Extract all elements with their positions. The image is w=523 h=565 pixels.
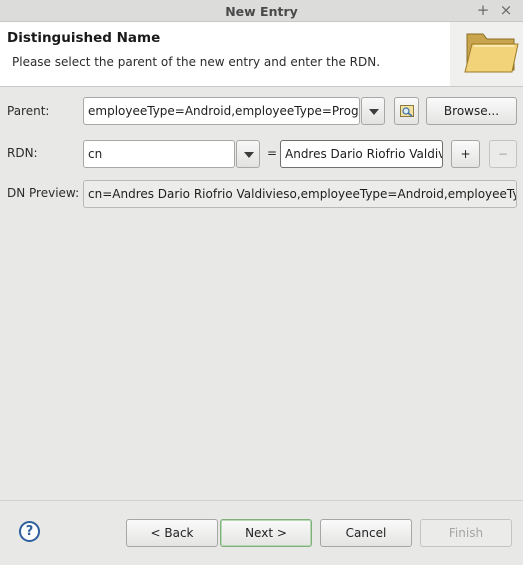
- footer-separator: [0, 500, 523, 501]
- browse-button[interactable]: Browse...: [426, 97, 517, 125]
- rdn-attribute-field[interactable]: cn: [83, 140, 235, 168]
- window-title: New Entry: [225, 4, 298, 19]
- rdn-equals-sign: =: [267, 146, 278, 160]
- parent-label: Parent:: [7, 104, 50, 118]
- title-bar: New Entry + ×: [0, 0, 523, 22]
- maximize-button[interactable]: +: [474, 1, 492, 19]
- next-button[interactable]: Next >: [220, 519, 312, 547]
- finish-button[interactable]: Finish: [420, 519, 512, 547]
- wizard-header: Distinguished Name Please select the par…: [0, 22, 523, 87]
- help-icon[interactable]: ?: [19, 521, 40, 542]
- rdn-label: RDN:: [7, 146, 38, 160]
- folder-icon: [450, 22, 523, 86]
- entry-browser-button[interactable]: [394, 97, 419, 125]
- back-button[interactable]: < Back: [126, 519, 218, 547]
- add-rdn-button[interactable]: +: [451, 140, 480, 168]
- parent-field[interactable]: employeeType=Android,employeeType=Progra…: [83, 97, 360, 125]
- dn-preview-field: cn=Andres Dario Riofrio Valdivieso,emplo…: [83, 180, 517, 208]
- dn-preview-label: DN Preview:: [7, 186, 80, 200]
- remove-rdn-button[interactable]: −: [489, 140, 517, 168]
- rdn-value-field[interactable]: Andres Dario Riofrio Valdivieso: [280, 140, 443, 168]
- cancel-button[interactable]: Cancel: [320, 519, 412, 547]
- entry-browser-icon: [399, 105, 414, 117]
- page-title: Distinguished Name: [7, 30, 161, 46]
- page-description: Please select the parent of the new entr…: [12, 55, 381, 69]
- close-button[interactable]: ×: [497, 1, 515, 19]
- rdn-attribute-dropdown-button[interactable]: [236, 140, 260, 168]
- parent-dropdown-button[interactable]: [361, 97, 385, 125]
